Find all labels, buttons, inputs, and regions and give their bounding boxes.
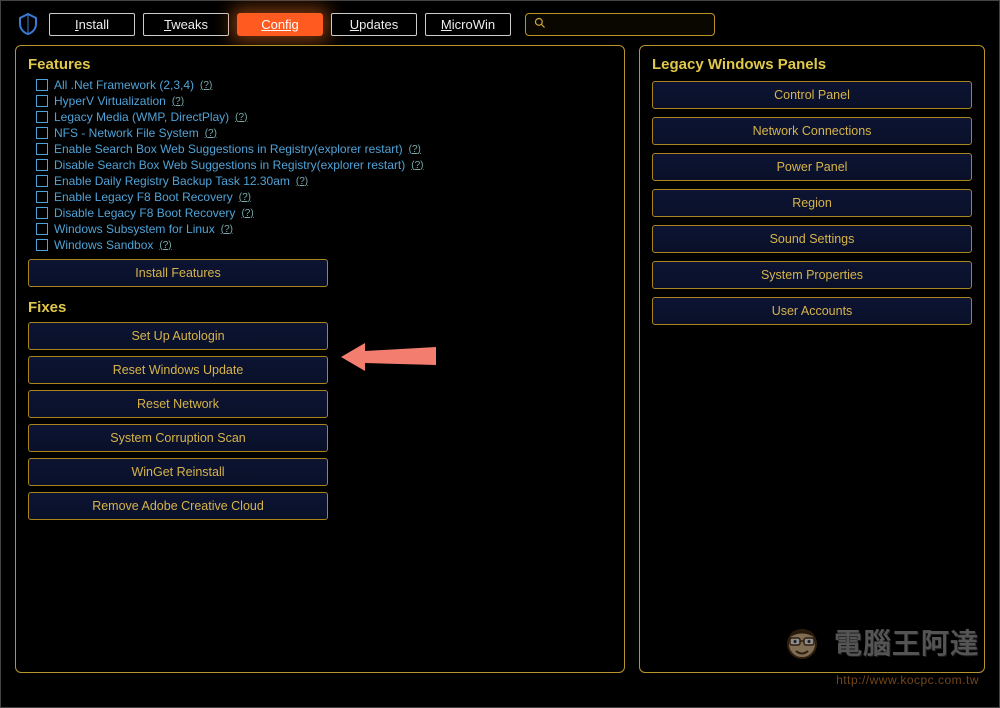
- feature-label[interactable]: HyperV Virtualization: [54, 94, 166, 108]
- feature-label[interactable]: Enable Search Box Web Suggestions in Reg…: [54, 142, 403, 156]
- watermark-face-icon: [780, 624, 824, 673]
- feature-label[interactable]: All .Net Framework (2,3,4): [54, 78, 194, 92]
- help-link[interactable]: (?): [235, 112, 247, 123]
- legacy-button-network-connections[interactable]: Network Connections: [652, 117, 972, 145]
- feature-checkbox[interactable]: [36, 207, 48, 219]
- feature-label[interactable]: Windows Sandbox: [54, 238, 153, 252]
- feature-label[interactable]: Legacy Media (WMP, DirectPlay): [54, 110, 229, 124]
- feature-checkbox[interactable]: [36, 111, 48, 123]
- feature-label[interactable]: Disable Legacy F8 Boot Recovery: [54, 206, 235, 220]
- legacy-button-sound-settings[interactable]: Sound Settings: [652, 225, 972, 253]
- help-link[interactable]: (?): [221, 224, 233, 235]
- feature-row: Windows Sandbox (?): [28, 237, 612, 253]
- feature-checkbox[interactable]: [36, 239, 48, 251]
- fixes-list: Set Up Autologin Reset Windows Update Rese…: [28, 322, 612, 520]
- nav-microwin[interactable]: MicroWin: [425, 13, 511, 36]
- fix-button-set-up-autologin[interactable]: Set Up Autologin: [28, 322, 328, 350]
- fix-button-reset-network[interactable]: Reset Network: [28, 390, 328, 418]
- feature-checkbox[interactable]: [36, 223, 48, 235]
- feature-row: Enable Daily Registry Backup Task 12.30a…: [28, 173, 612, 189]
- fixes-title: Fixes: [28, 299, 612, 316]
- feature-label[interactable]: Enable Daily Registry Backup Task 12.30a…: [54, 174, 290, 188]
- feature-row: All .Net Framework (2,3,4) (?): [28, 77, 612, 93]
- help-link[interactable]: (?): [411, 160, 423, 171]
- legacy-panel: Legacy Windows Panels Control Panel Netwo…: [639, 45, 985, 673]
- fix-button-remove-adobe-creative-cloud[interactable]: Remove Adobe Creative Cloud: [28, 492, 328, 520]
- features-title: Features: [28, 56, 612, 73]
- nav-config[interactable]: Config: [237, 13, 323, 36]
- legacy-button-region[interactable]: Region: [652, 189, 972, 217]
- feature-row: Disable Legacy F8 Boot Recovery (?): [28, 205, 612, 221]
- feature-checkbox[interactable]: [36, 191, 48, 203]
- install-features-button[interactable]: Install Features: [28, 259, 328, 287]
- features-list: All .Net Framework (2,3,4)(?)HyperV Virt…: [28, 77, 612, 253]
- legacy-button-power-panel[interactable]: Power Panel: [652, 153, 972, 181]
- help-link[interactable]: (?): [241, 208, 253, 219]
- feature-checkbox[interactable]: [36, 143, 48, 155]
- feature-row: Enable Legacy F8 Boot Recovery (?): [28, 189, 612, 205]
- feature-checkbox[interactable]: [36, 95, 48, 107]
- legacy-list: Control Panel Network Connections Power Pa…: [652, 81, 972, 325]
- legacy-button-user-accounts[interactable]: User Accounts: [652, 297, 972, 325]
- fix-button-reset-windows-update[interactable]: Reset Windows Update: [28, 356, 328, 384]
- help-link[interactable]: (?): [205, 128, 217, 139]
- feature-row: Legacy Media (WMP, DirectPlay) (?): [28, 109, 612, 125]
- fix-button-system-corruption-scan[interactable]: System Corruption Scan: [28, 424, 328, 452]
- feature-checkbox[interactable]: [36, 79, 48, 91]
- feature-row: HyperV Virtualization (?): [28, 93, 612, 109]
- nav-tweaks[interactable]: Tweaks: [143, 13, 229, 36]
- search-box[interactable]: [525, 13, 715, 36]
- feature-checkbox[interactable]: [36, 175, 48, 187]
- top-toolbar: Install Tweaks Config Updates MicroWin: [1, 1, 999, 45]
- help-link[interactable]: (?): [239, 192, 251, 203]
- main-panel: Features All .Net Framework (2,3,4)(?)Hy…: [15, 45, 625, 673]
- nav-updates[interactable]: Updates: [331, 13, 417, 36]
- feature-label[interactable]: Disable Search Box Web Suggestions in Re…: [54, 158, 405, 172]
- help-link[interactable]: (?): [200, 80, 212, 91]
- help-link[interactable]: (?): [159, 240, 171, 251]
- feature-label[interactable]: Enable Legacy F8 Boot Recovery: [54, 190, 233, 204]
- watermark-text: 電腦王阿達: [834, 628, 979, 659]
- feature-label[interactable]: Windows Subsystem for Linux: [54, 222, 215, 236]
- nav-install[interactable]: Install: [49, 13, 135, 36]
- legacy-title: Legacy Windows Panels: [652, 56, 972, 73]
- feature-label[interactable]: NFS - Network File System: [54, 126, 199, 140]
- feature-row: Disable Search Box Web Suggestions in Re…: [28, 157, 612, 173]
- app-logo-icon: [15, 11, 41, 37]
- help-link[interactable]: (?): [172, 96, 184, 107]
- search-input[interactable]: [550, 17, 706, 32]
- legacy-button-control-panel[interactable]: Control Panel: [652, 81, 972, 109]
- search-icon: [534, 17, 546, 32]
- feature-row: Windows Subsystem for Linux (?): [28, 221, 612, 237]
- watermark-url: http://www.kocpc.com.tw: [780, 673, 979, 687]
- feature-checkbox[interactable]: [36, 159, 48, 171]
- feature-checkbox[interactable]: [36, 127, 48, 139]
- help-link[interactable]: (?): [409, 144, 421, 155]
- help-link[interactable]: (?): [296, 176, 308, 187]
- watermark: 電腦王阿達 http://www.kocpc.com.tw: [780, 622, 979, 687]
- feature-row: NFS - Network File System (?): [28, 125, 612, 141]
- fix-button-winget-reinstall[interactable]: WinGet Reinstall: [28, 458, 328, 486]
- feature-row: Enable Search Box Web Suggestions in Reg…: [28, 141, 612, 157]
- legacy-button-system-properties[interactable]: System Properties: [652, 261, 972, 289]
